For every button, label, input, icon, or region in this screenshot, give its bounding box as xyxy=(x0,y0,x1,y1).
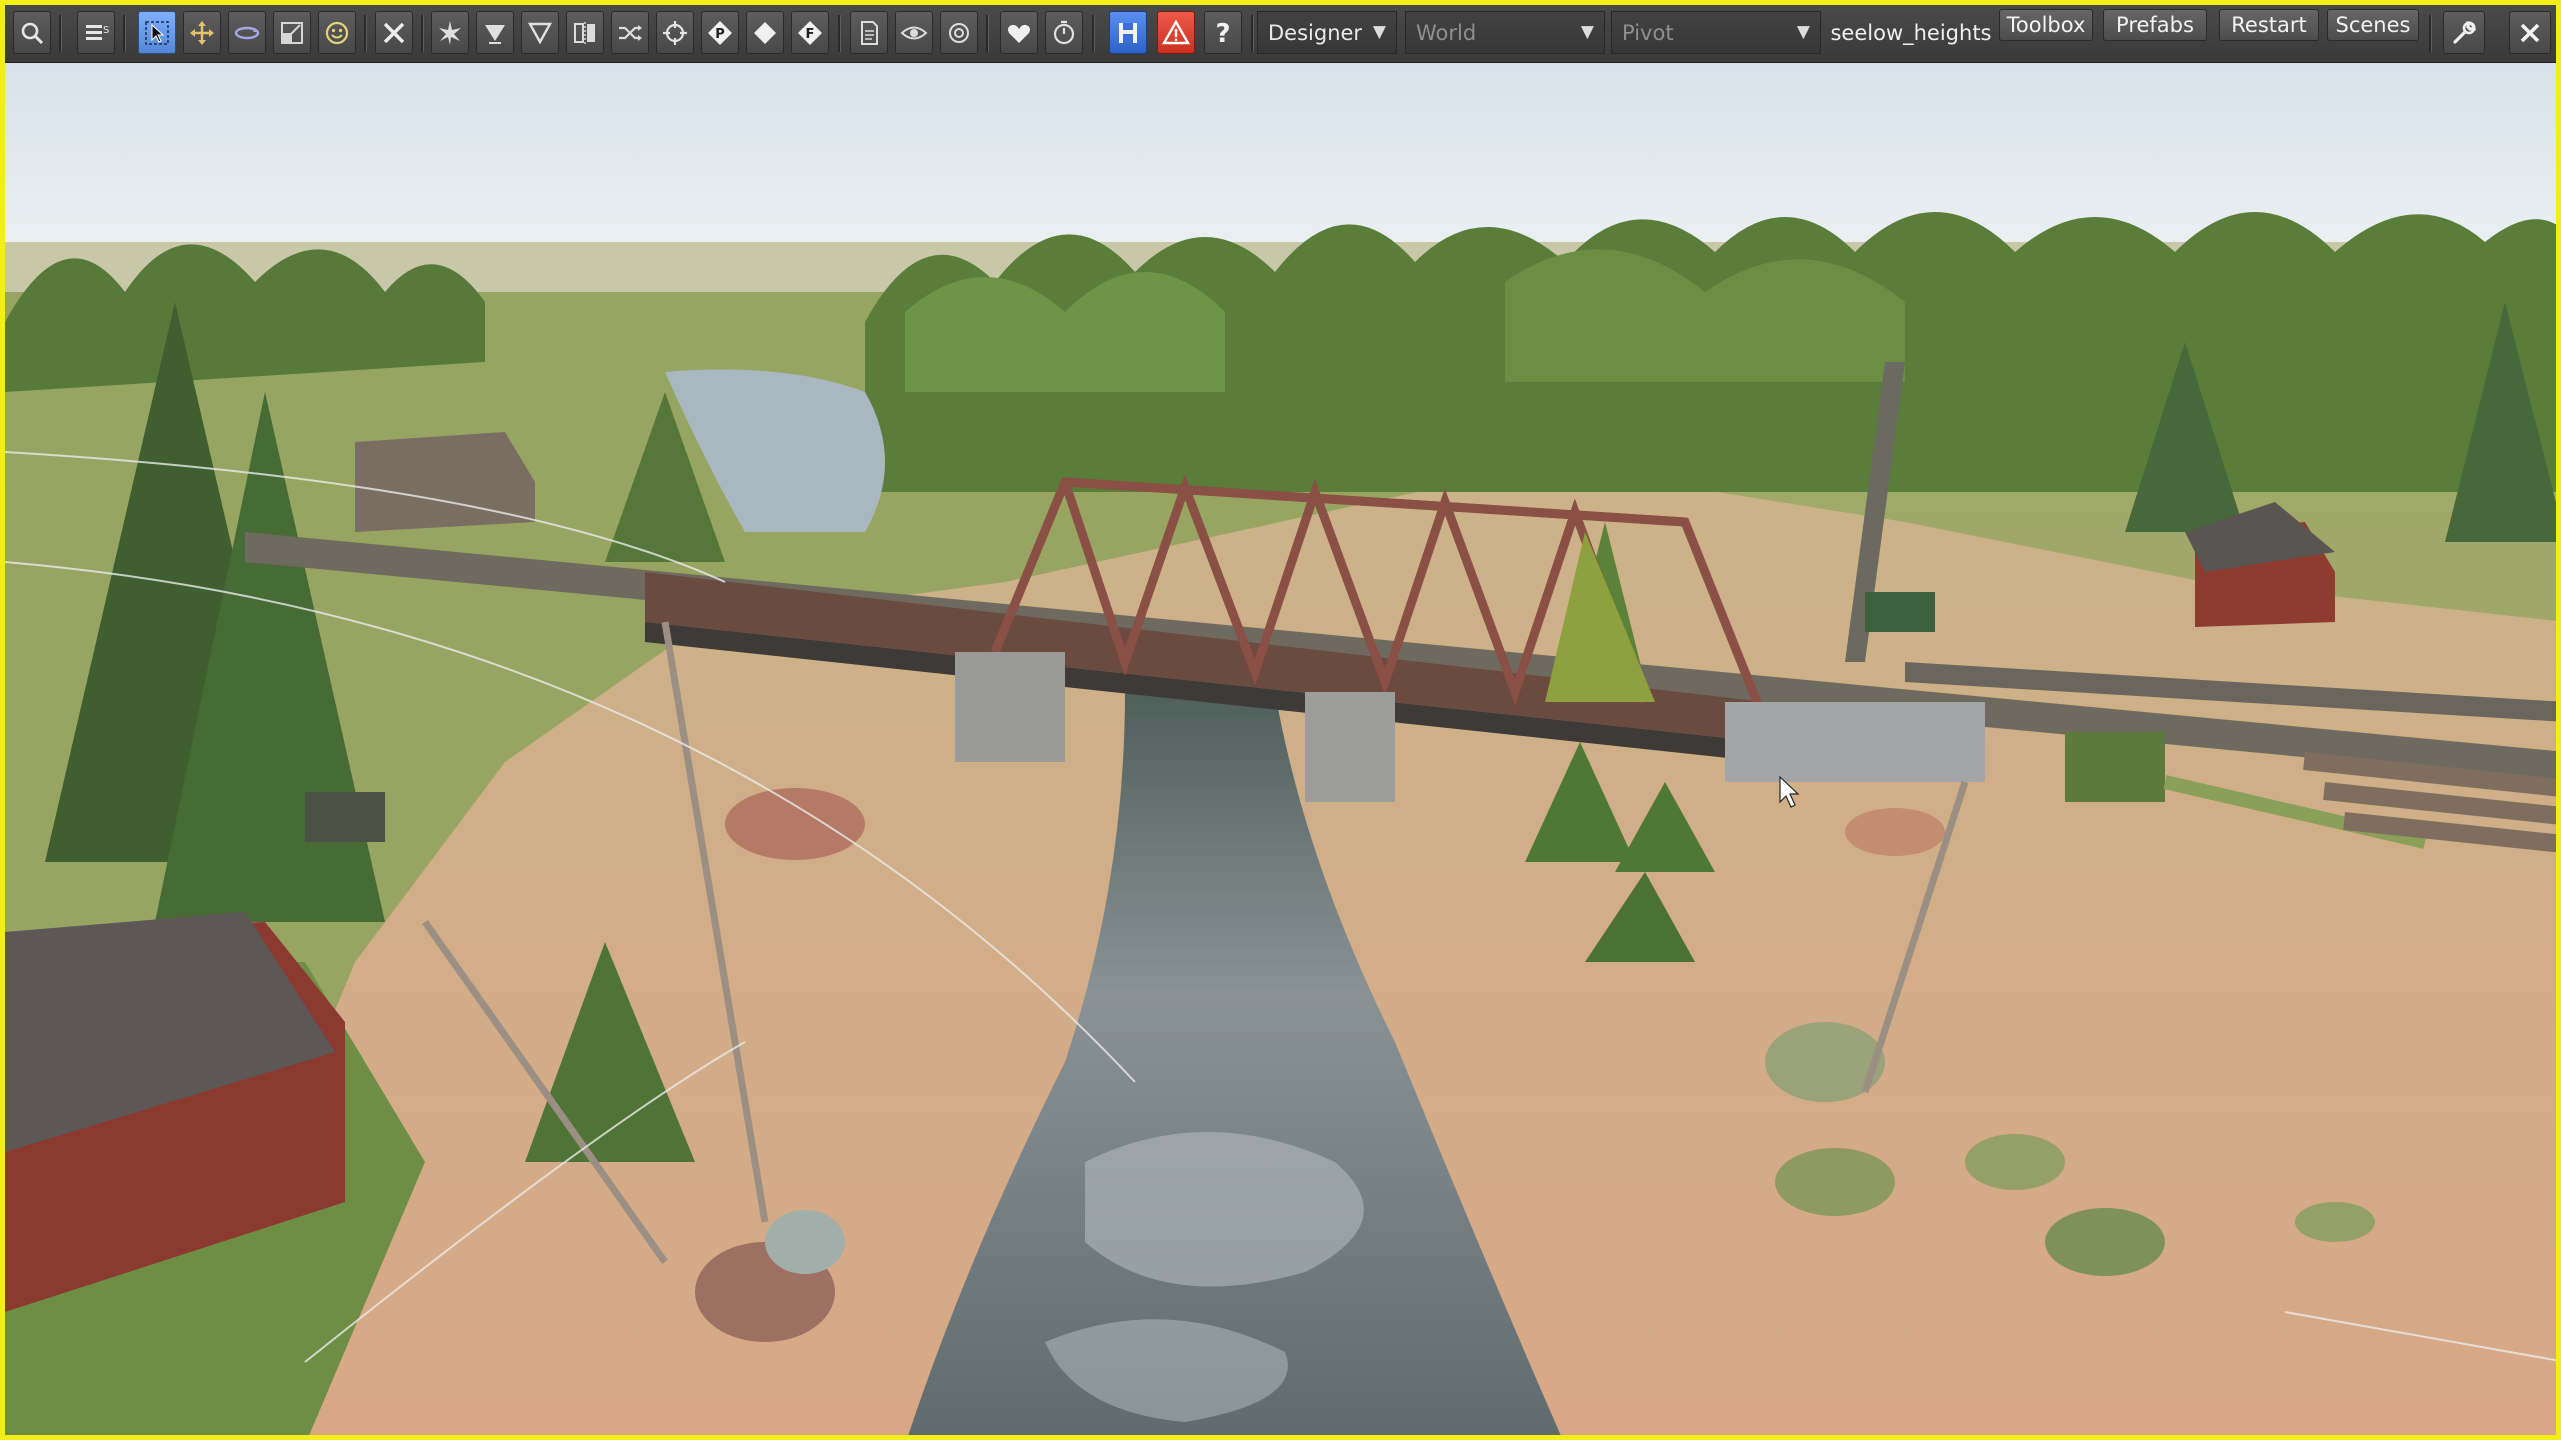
editor-toolbar: S P F ? Designer ▼ World ▼ Pivot ▼ seelo… xyxy=(5,5,2556,63)
smiley-icon xyxy=(325,21,349,44)
timer-button[interactable] xyxy=(1045,11,1083,54)
crane-vehicle xyxy=(2065,732,2165,802)
shuffle-button[interactable] xyxy=(611,11,649,54)
bridge-pier xyxy=(1305,692,1395,802)
warning-icon xyxy=(1162,19,1190,44)
toolbox-button[interactable]: Toolbox xyxy=(1999,9,2093,41)
close-x-icon xyxy=(383,22,405,43)
mirror-icon xyxy=(574,21,595,44)
svg-text:S: S xyxy=(103,25,109,36)
mirror-button[interactable] xyxy=(566,11,604,54)
space-dropdown[interactable]: World ▼ xyxy=(1405,11,1605,54)
triangle-down-icon xyxy=(527,22,553,44)
snap-button[interactable] xyxy=(431,11,469,54)
vision-button[interactable] xyxy=(940,11,978,54)
scale-tool-button[interactable] xyxy=(273,11,311,54)
stopwatch-icon xyxy=(1053,20,1075,44)
menu-button[interactable]: S xyxy=(77,11,115,54)
move-tool-button[interactable] xyxy=(183,11,221,54)
save-button[interactable] xyxy=(1109,11,1147,54)
heart-icon xyxy=(1008,24,1030,43)
chevron-down-icon: ▼ xyxy=(1796,22,1810,42)
bridge-abutment xyxy=(1725,702,1985,782)
scene-render xyxy=(5,62,2556,1435)
shrub xyxy=(1775,1148,1895,1216)
mode-dropdown-value: Designer xyxy=(1268,20,1363,45)
diamond-icon xyxy=(754,21,776,44)
select-arrow-icon xyxy=(145,20,169,45)
pivot-dropdown-value: Pivot xyxy=(1622,20,1674,45)
toolbar-separator xyxy=(364,15,367,52)
locomotive xyxy=(1865,592,1935,632)
chevron-down-icon: ▼ xyxy=(1372,22,1386,42)
document-icon xyxy=(861,20,878,45)
shrub xyxy=(2045,1208,2165,1276)
save-disk-icon xyxy=(1119,22,1137,43)
delete-button[interactable] xyxy=(375,11,413,54)
scene-viewport[interactable] xyxy=(5,62,2556,1435)
pivot-badge-button[interactable]: P xyxy=(701,11,739,54)
funnel-down-icon xyxy=(485,24,505,44)
space-dropdown-value: World xyxy=(1416,20,1477,45)
warnings-button[interactable] xyxy=(1157,11,1195,54)
editor-window: S P F ? Designer ▼ World ▼ Pivot ▼ seelo… xyxy=(0,0,2561,1440)
toolbar-separator xyxy=(59,15,62,52)
svg-text:?: ? xyxy=(1215,19,1230,47)
rock xyxy=(725,788,865,860)
help-icon: ? xyxy=(1215,19,1230,47)
toolbar-separator xyxy=(1251,15,1254,52)
favorite-button[interactable] xyxy=(1000,11,1038,54)
focus-badge-button[interactable]: F xyxy=(791,11,829,54)
shuffle-icon xyxy=(619,24,642,41)
select-tool-button[interactable] xyxy=(138,11,176,54)
snap-star-icon xyxy=(439,20,461,45)
search-icon xyxy=(21,22,44,44)
rotate-tool-button[interactable] xyxy=(228,11,266,54)
document-button[interactable] xyxy=(850,11,888,54)
menu-icon: S xyxy=(86,24,109,40)
toolbar-separator xyxy=(986,15,989,52)
diamond-button[interactable] xyxy=(746,11,784,54)
search-button[interactable] xyxy=(13,11,51,54)
p-badge-icon: P xyxy=(708,20,732,45)
toolbar-separator xyxy=(123,15,126,52)
scale-icon xyxy=(281,21,303,44)
crosshair-icon xyxy=(663,20,687,45)
drop-button[interactable] xyxy=(521,11,559,54)
f-badge-icon: F xyxy=(798,20,822,45)
wrench-icon xyxy=(2453,20,2476,44)
rotate-icon xyxy=(234,26,260,39)
rock xyxy=(1845,808,1945,856)
toolbar-separator xyxy=(2429,15,2432,52)
prefabs-button[interactable]: Prefabs xyxy=(2103,9,2207,41)
smiley-tool-button[interactable] xyxy=(318,11,356,54)
svg-text:P: P xyxy=(715,27,725,42)
toolbar-separator xyxy=(838,15,841,52)
shrub xyxy=(765,1210,845,1274)
shrub xyxy=(1965,1134,2065,1190)
visibility-button[interactable] xyxy=(895,11,933,54)
eye-outline-icon xyxy=(949,22,969,43)
pivot-dropdown[interactable]: Pivot ▼ xyxy=(1611,11,1821,54)
toolbar-separator xyxy=(421,15,424,52)
bridge-pier xyxy=(955,652,1065,762)
move-icon xyxy=(190,20,214,45)
crosshair-button[interactable] xyxy=(656,11,694,54)
wooden-shed xyxy=(355,432,535,532)
chevron-down-icon: ▼ xyxy=(1580,22,1594,42)
tank xyxy=(305,792,385,842)
svg-text:F: F xyxy=(806,27,815,42)
eye-icon xyxy=(900,26,928,39)
settings-button[interactable] xyxy=(2443,11,2485,54)
close-window-button[interactable] xyxy=(2509,11,2551,54)
toolbar-separator xyxy=(1092,15,1095,52)
mode-dropdown[interactable]: Designer ▼ xyxy=(1257,11,1397,54)
help-button[interactable]: ? xyxy=(1204,11,1242,54)
shrub xyxy=(2295,1202,2375,1242)
ground-button[interactable] xyxy=(476,11,514,54)
close-icon xyxy=(2520,23,2540,42)
scenes-button[interactable]: Scenes xyxy=(2327,9,2419,41)
scene-name-label: seelow_heights xyxy=(1830,20,1992,45)
restart-button[interactable]: Restart xyxy=(2219,9,2319,41)
